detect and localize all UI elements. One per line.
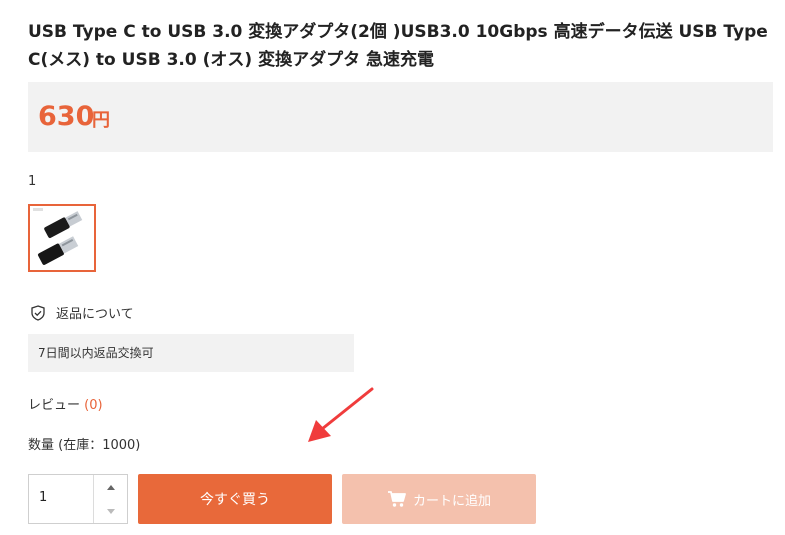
variant-thumbnail[interactable] bbox=[28, 204, 96, 272]
price-currency: 円 bbox=[92, 110, 110, 131]
quantity-label: 数量 (在庫：1000) bbox=[28, 438, 141, 453]
returns-heading: 返品について bbox=[30, 303, 134, 322]
product-title: USB Type C to USB 3.0 変換アダプタ(2個 )USB3.0 … bbox=[28, 22, 768, 70]
returns-heading-text: 返品について bbox=[56, 307, 134, 322]
quantity-stepper[interactable]: 1 bbox=[28, 474, 128, 524]
add-to-cart-button[interactable]: カートに追加 bbox=[342, 474, 536, 524]
variant-label: 1 bbox=[28, 174, 37, 189]
caret-down-icon bbox=[107, 508, 115, 514]
annotation-arrow-icon bbox=[308, 387, 374, 442]
usb-adapter-image bbox=[33, 208, 83, 265]
review-count[interactable]: (0) bbox=[84, 398, 102, 413]
shield-check-icon bbox=[31, 304, 45, 321]
price-panel: 630 円 bbox=[28, 82, 773, 152]
buy-now-button[interactable]: 今すぐ買う bbox=[138, 474, 332, 524]
add-to-cart-label: カートに追加 bbox=[412, 493, 491, 509]
price-value: 630 bbox=[38, 101, 95, 132]
quantity-decrement-button[interactable] bbox=[94, 499, 128, 523]
review-label: レビュー bbox=[28, 398, 81, 413]
caret-up-icon bbox=[107, 484, 115, 490]
cart-icon bbox=[387, 491, 406, 507]
quantity-increment-button[interactable] bbox=[94, 475, 128, 499]
returns-policy: 7日間以内返品交換可 bbox=[28, 334, 354, 372]
quantity-input[interactable]: 1 bbox=[39, 490, 47, 505]
review-summary[interactable]: レビュー (0) bbox=[28, 394, 103, 413]
